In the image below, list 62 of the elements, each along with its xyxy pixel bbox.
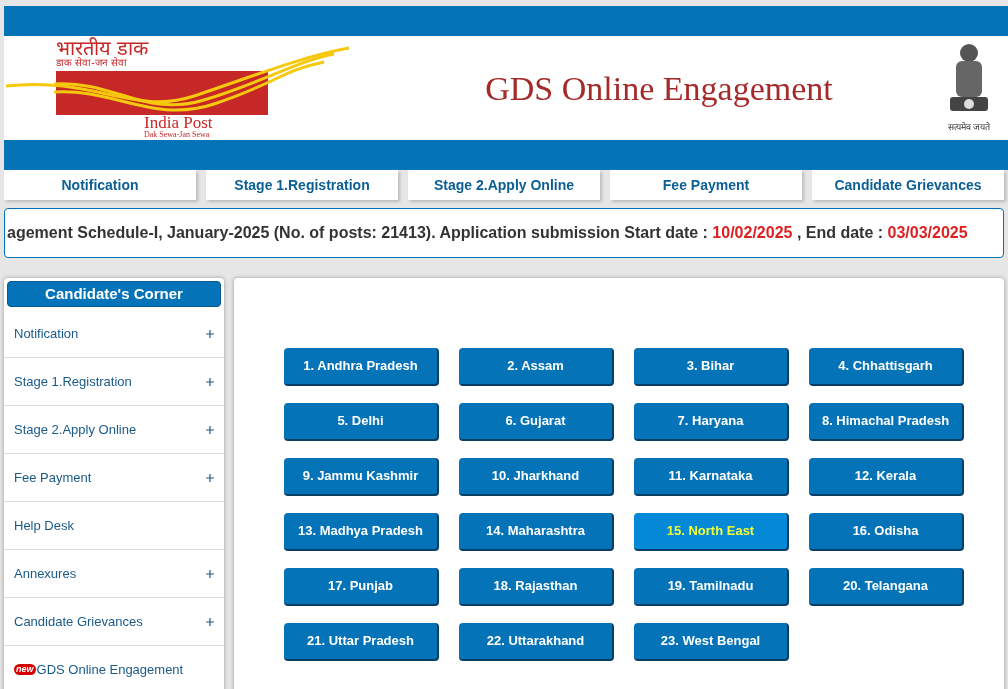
logo-hindi-tagline: डाक सेवा-जन सेवा	[56, 58, 127, 68]
state-button[interactable]: 14. Maharashtra	[459, 513, 614, 551]
state-button[interactable]: 2. Assam	[459, 348, 614, 386]
state-button[interactable]: 16. Odisha	[809, 513, 964, 551]
nav-tab[interactable]: Stage 1.Registration	[206, 170, 398, 200]
sidebar-item[interactable]: Candidate Grievances	[4, 598, 224, 646]
state-button[interactable]: 15. North East	[634, 513, 789, 551]
state-button[interactable]: 23. West Bengal	[634, 623, 789, 661]
plus-icon	[206, 425, 214, 434]
nav-tab[interactable]: Stage 2.Apply Online	[408, 170, 600, 200]
sidebar-item[interactable]: Help Desk	[4, 502, 224, 550]
emblem-motto: सत्यमेव जयते	[947, 121, 991, 135]
announcement-text: , End date :	[795, 224, 885, 241]
sidebar-item-label: Candidate Grievances	[14, 612, 144, 631]
state-button[interactable]: 13. Madhya Pradesh	[284, 513, 439, 551]
state-button[interactable]: 8. Himachal Pradesh	[809, 403, 964, 441]
sidebar-item-label: Notification	[14, 324, 80, 343]
sidebar-item-label: Help Desk	[14, 516, 75, 535]
state-button[interactable]: 4. Chhattisgarh	[809, 348, 964, 386]
new-badge: new	[14, 664, 36, 675]
sidebar-item-label: Stage 2.Apply Online	[14, 420, 138, 439]
state-button[interactable]: 9. Jammu Kashmir	[284, 458, 439, 496]
state-button[interactable]: 1. Andhra Pradesh	[284, 348, 439, 386]
logo-name: India Post	[144, 114, 213, 131]
sidebar-item[interactable]: Stage 1.Registration	[4, 358, 224, 406]
date-text: 10/02/2025	[712, 224, 793, 241]
plus-icon	[206, 329, 214, 338]
state-button[interactable]: 18. Rajasthan	[459, 568, 614, 606]
state-button[interactable]: 10. Jharkhand	[459, 458, 614, 496]
sidebar-item[interactable]: Notification	[4, 310, 224, 358]
state-button[interactable]: 11. Karnataka	[634, 458, 789, 496]
sidebar-item[interactable]: Stage 2.Apply Online	[4, 406, 224, 454]
state-button[interactable]: 17. Punjab	[284, 568, 439, 606]
state-button[interactable]: 22. Uttarakhand	[459, 623, 614, 661]
sidebar-item-label: Annexures	[14, 564, 78, 583]
sidebar-item[interactable]: new GDS Online Engagement	[4, 646, 224, 689]
site-title: GDS Online Engagement	[484, 68, 833, 109]
state-button[interactable]: 7. Haryana	[634, 403, 789, 441]
date-text: 03/03/2025	[887, 224, 968, 241]
state-button[interactable]: 19. Tamilnadu	[634, 568, 789, 606]
plus-icon	[206, 569, 214, 578]
state-button[interactable]: 6. Gujarat	[459, 403, 614, 441]
sidebar-title: Candidate's Corner	[7, 281, 221, 307]
state-button[interactable]: 5. Delhi	[284, 403, 439, 441]
sidebar-item[interactable]: Fee Payment	[4, 454, 224, 502]
announcement-text: agement Schedule-I, January-2025 (No. of posts: 21413). Application submission Start date :	[7, 224, 709, 241]
nav-tab[interactable]: Fee Payment	[610, 170, 802, 200]
logo-hindi-title: भारतीय डाक	[56, 38, 149, 58]
sidebar-item-label: Stage 1.Registration	[14, 372, 133, 391]
nav-tab[interactable]: Notification	[4, 170, 196, 200]
plus-icon	[206, 617, 214, 626]
logo-tagline: Dak Sewa-Jan Sewa	[144, 131, 210, 139]
plus-icon	[206, 473, 214, 482]
state-button[interactable]: 12. Kerala	[809, 458, 964, 496]
state-button[interactable]: 21. Uttar Pradesh	[284, 623, 439, 661]
state-button[interactable]: 3. Bihar	[634, 348, 789, 386]
plus-icon	[206, 377, 214, 386]
nav-tab[interactable]: Candidate Grievances	[812, 170, 1004, 200]
sidebar-item-label: Fee Payment	[14, 468, 93, 487]
sidebar-item[interactable]: Annexures	[4, 550, 224, 598]
sidebar-item-label: GDS Online Engagement	[36, 660, 185, 679]
state-button[interactable]: 20. Telangana	[809, 568, 964, 606]
